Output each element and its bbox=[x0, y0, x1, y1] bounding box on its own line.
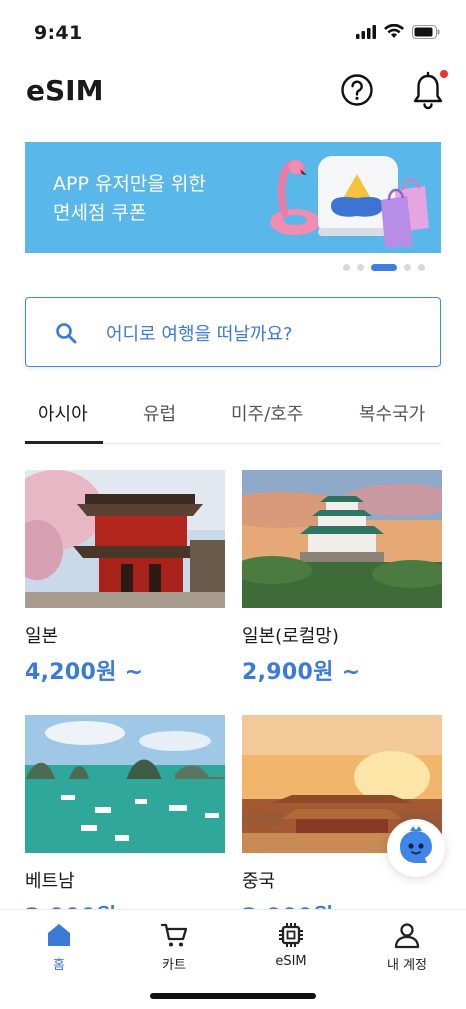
tab-asia[interactable]: 아시아 bbox=[38, 400, 88, 426]
nav-label: 카트 bbox=[162, 958, 186, 973]
notification-badge bbox=[440, 70, 448, 78]
banner-line-2: 면세점 쿠폰 bbox=[53, 202, 147, 224]
cart-icon bbox=[160, 923, 188, 947]
nav-account[interactable]: 내 계정 bbox=[367, 920, 447, 973]
bay-photo bbox=[25, 715, 225, 853]
search-placeholder: 어디로 여행을 떠날까요? bbox=[106, 324, 293, 345]
home-indicator bbox=[150, 993, 316, 999]
battery-icon bbox=[412, 24, 440, 39]
status-icons bbox=[356, 24, 440, 39]
nav-label: 내 계정 bbox=[386, 958, 427, 973]
pager-dot[interactable] bbox=[343, 264, 350, 271]
pager-dot[interactable] bbox=[357, 264, 364, 271]
nav-esim[interactable]: eSIM bbox=[251, 920, 331, 969]
castle-photo bbox=[242, 470, 442, 608]
product-price: 4,200원 ~ bbox=[25, 660, 144, 685]
banner-line-1: APP 유저만을 위한 bbox=[53, 173, 206, 195]
tab-multi-country[interactable]: 복수국가 bbox=[359, 400, 425, 426]
home-icon bbox=[48, 924, 70, 946]
product-name: 일본(로컬망) bbox=[242, 626, 339, 647]
pager-dot[interactable] bbox=[404, 264, 411, 271]
region-tabs: 아시아 유럽 미주/호주 복수국가 bbox=[25, 392, 441, 444]
wifi-icon bbox=[384, 24, 404, 38]
user-icon bbox=[394, 923, 420, 949]
active-tab-indicator bbox=[25, 441, 103, 444]
promo-banner[interactable]: APP 유저만을 위한 면세점 쿠폰 bbox=[25, 142, 441, 253]
banner-pager bbox=[343, 264, 425, 271]
product-card-japan-local[interactable]: 일본(로컬망) 2,900원 ~ bbox=[242, 470, 442, 686]
temple-photo bbox=[25, 470, 225, 608]
help-button[interactable] bbox=[340, 73, 374, 107]
product-price: 2,900원 ~ bbox=[242, 660, 361, 685]
nav-cart[interactable]: 카트 bbox=[134, 920, 214, 973]
product-card-japan[interactable]: 일본 4,200원 ~ bbox=[25, 470, 225, 686]
page-title: eSIM bbox=[26, 74, 104, 107]
chatbot-button[interactable] bbox=[387, 819, 445, 877]
banner-illustration bbox=[270, 156, 429, 248]
nav-label: eSIM bbox=[275, 954, 307, 969]
app-header: eSIM bbox=[0, 60, 466, 124]
status-bar: 9:41 bbox=[0, 0, 466, 60]
search-icon bbox=[56, 323, 77, 344]
signal-icon bbox=[356, 24, 376, 39]
notification-button[interactable] bbox=[410, 70, 448, 110]
nav-label: 홈 bbox=[53, 958, 65, 973]
pager-dot-active[interactable] bbox=[371, 264, 397, 271]
product-name: 일본 bbox=[25, 626, 59, 647]
chatbot-icon bbox=[400, 826, 432, 863]
tab-americas-oceania[interactable]: 미주/호주 bbox=[231, 400, 303, 426]
status-time: 9:41 bbox=[34, 22, 83, 44]
nav-home[interactable]: 홈 bbox=[19, 920, 99, 973]
product-name: 베트남 bbox=[25, 871, 75, 892]
tab-europe[interactable]: 유럽 bbox=[143, 400, 176, 426]
product-card-vietnam[interactable]: 베트남 2,900원 ~ bbox=[25, 715, 225, 931]
pager-dot[interactable] bbox=[418, 264, 425, 271]
help-icon bbox=[341, 74, 373, 106]
banner-text: APP 유저만을 위한 면세점 쿠폰 bbox=[53, 170, 206, 228]
search-input[interactable]: 어디로 여행을 떠날까요? bbox=[25, 297, 441, 367]
chip-icon bbox=[279, 923, 303, 947]
